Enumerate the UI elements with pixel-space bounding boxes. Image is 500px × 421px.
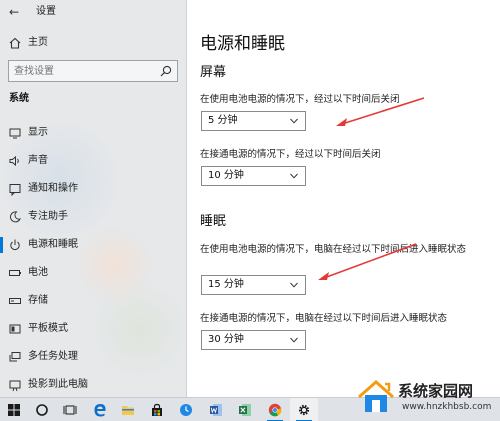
chevron-down-icon [290,118,298,124]
word-button[interactable] [202,398,230,421]
home-label: 主页 [28,37,48,48]
screen-plugged-dropdown[interactable]: 10 分钟 [201,166,306,186]
sidebar-item-sound[interactable]: 声音 [0,150,187,172]
group-title-sleep: 睡眠 [200,214,227,229]
task-view-icon [63,405,77,415]
sidebar-item-label: 存储 [28,295,48,306]
speaker-icon [9,155,19,167]
sleep-battery-dropdown[interactable]: 15 分钟 [201,275,306,295]
chevron-down-icon [290,337,298,343]
chrome-icon [268,403,282,417]
page-title: 电源和睡眠 [200,34,285,54]
dropdown-value: 5 分钟 [208,115,238,126]
edge-icon [94,404,106,417]
sidebar-item-label: 通知和操作 [28,183,78,194]
chevron-down-icon [290,173,298,179]
search-icon[interactable] [160,65,172,77]
sidebar-item-label: 多任务处理 [28,351,78,362]
file-explorer-button[interactable] [114,398,142,421]
sidebar-item-focus-assist[interactable]: 专注助手 [0,206,187,228]
clock-app-button[interactable] [172,398,200,421]
sidebar-item-battery[interactable]: 电池 [0,262,187,284]
screen-battery-label: 在使用电池电源的情况下，经过以下时间后关闭 [200,94,400,105]
sidebar-item-label: 投影到此电脑 [28,379,88,390]
windows-start-button[interactable] [0,398,28,421]
group-title-screen: 屏幕 [200,65,227,80]
dropdown-value: 15 分钟 [208,279,244,290]
store-button[interactable] [143,398,171,421]
monitor-icon [9,128,21,139]
sidebar-item-label: 平板模式 [28,323,68,334]
word-icon [210,404,222,416]
moon-icon [9,211,21,223]
settings-sidebar: ← 设置 主页 系统 显示 声音 通知和操作 专注助手 电源和睡眠 电 [0,0,187,397]
windows-start-icon [8,404,20,416]
sidebar-item-multitasking[interactable]: 多任务处理 [0,346,187,368]
notification-icon [9,184,21,196]
search-input[interactable] [9,61,155,81]
settings-content: 电源和睡眠 屏幕 在使用电池电源的情况下，经过以下时间后关闭 5 分钟 在接通电… [188,0,500,397]
app-title: 设置 [36,6,56,17]
clock-app-icon [180,404,192,416]
dropdown-value: 10 分钟 [208,170,244,181]
sidebar-item-project-to-pc[interactable]: 投影到此电脑 [0,374,187,396]
watermark-title: 系统家园网 [398,382,474,400]
screen-battery-dropdown[interactable]: 5 分钟 [201,111,306,131]
sleep-battery-label: 在使用电池电源的情况下，电脑在经过以下时间后进入睡眠状态 [200,244,467,255]
file-explorer-icon [122,406,134,415]
sidebar-item-notifications[interactable]: 通知和操作 [0,178,187,200]
sleep-plugged-label: 在接通电源的情况下，电脑在经过以下时间后进入睡眠状态 [200,313,448,324]
multitask-icon [9,352,21,362]
chrome-button[interactable] [261,398,289,421]
tablet-icon [9,324,21,334]
house-logo-icon [358,379,394,412]
watermark-url: www.hnzkhbsb.com [402,402,492,412]
chevron-down-icon [290,282,298,288]
sidebar-item-power-sleep[interactable]: 电源和睡眠 [0,234,187,256]
storage-icon [9,298,21,304]
power-icon [10,239,20,250]
cortana-button[interactable] [28,398,56,421]
store-icon [152,403,162,416]
sidebar-item-storage[interactable]: 存储 [0,290,187,312]
dropdown-value: 30 分钟 [208,334,244,345]
settings-taskbar-button[interactable] [290,398,318,421]
sidebar-item-label: 显示 [28,127,48,138]
project-icon [9,380,21,392]
sidebar-item-label: 电池 [28,267,48,278]
sleep-plugged-dropdown[interactable]: 30 分钟 [201,330,306,350]
site-watermark: 系统家园网 www.hnzkhbsb.com [356,376,500,421]
search-box[interactable] [8,60,178,82]
edge-button[interactable] [86,398,114,421]
sidebar-item-label: 声音 [28,155,48,166]
battery-icon [9,270,21,276]
screen-plugged-label: 在接通电源的情况下，经过以下时间后关闭 [200,149,381,160]
excel-icon [239,404,251,416]
settings-gear-icon [298,404,310,416]
sidebar-item-label: 专注助手 [28,211,68,222]
home-nav-item[interactable]: 主页 [0,33,187,53]
home-icon [9,37,21,49]
active-indicator [0,237,3,253]
task-view-button[interactable] [56,398,84,421]
section-title-system: 系统 [9,93,29,104]
excel-button[interactable] [231,398,259,421]
sidebar-item-tablet-mode[interactable]: 平板模式 [0,318,187,340]
sidebar-item-label: 电源和睡眠 [28,239,78,250]
sidebar-item-display[interactable]: 显示 [0,122,187,144]
cortana-icon [36,404,48,416]
back-arrow-icon[interactable]: ← [9,5,25,19]
